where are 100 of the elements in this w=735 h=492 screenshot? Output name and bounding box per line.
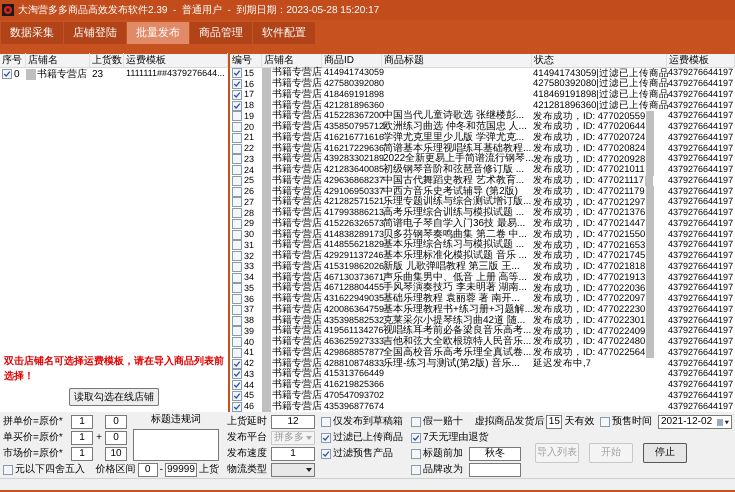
checkbox[interactable] <box>232 326 242 336</box>
checkbox[interactable] <box>232 132 242 143</box>
row-number: 43 <box>244 370 254 379</box>
input-field[interactable]: 1 <box>71 447 93 461</box>
table-cell: 书籍专营店 <box>272 100 322 111</box>
checkbox[interactable] <box>232 402 242 412</box>
tab[interactable]: 数据采集 <box>1 22 63 44</box>
input-field[interactable]: 99999 <box>165 463 197 477</box>
table-cell: 4379276644197 <box>668 142 734 153</box>
checkbox[interactable] <box>232 197 242 208</box>
table-cell: 手风琴演奏技巧 李未明著 湖南... <box>383 282 527 294</box>
table-cell: 419561134276 <box>324 325 384 336</box>
checkbox[interactable] <box>600 417 610 427</box>
row-number: 34 <box>244 273 254 282</box>
checkbox[interactable] <box>232 240 242 250</box>
table-cell: 书籍专营店 <box>272 402 322 412</box>
input-field[interactable]: 1 <box>71 415 93 429</box>
table-cell: 429636868237 <box>324 174 384 185</box>
checkbox[interactable] <box>232 154 242 164</box>
row-number: 31 <box>244 240 254 250</box>
table-cell: 4379276644197 <box>668 314 734 325</box>
input-field[interactable]: 0 <box>105 415 127 429</box>
checkbox[interactable] <box>232 369 242 380</box>
date-picker[interactable]: 2021-12-02 <box>658 415 732 429</box>
table-cell: 4379276644197 <box>668 110 734 120</box>
table-cell: 4379276644197 <box>668 88 734 99</box>
read-stores-button[interactable]: 读取勾选在线店铺 <box>69 388 159 406</box>
table-cell: 发布成功，ID: 477021179 <box>533 186 645 196</box>
checkbox[interactable] <box>232 337 242 348</box>
table-cell: 中西方音乐史考试辅导 (第2版) <box>383 186 518 197</box>
checkbox[interactable] <box>232 316 242 326</box>
banned-words-field[interactable] <box>133 429 219 461</box>
table-cell: 视唱练耳考前必备梁良音乐高考... <box>383 325 532 336</box>
checkbox[interactable] <box>232 122 242 132</box>
caret-icon <box>306 436 312 440</box>
table-cell: 书籍专营店 <box>272 90 322 100</box>
table-cell: 新版 儿歌弹唱教程 第三版 王... <box>383 260 520 272</box>
input-field[interactable]: 秋冬 <box>469 447 521 461</box>
checkbox[interactable] <box>232 186 242 197</box>
checkbox[interactable] <box>232 348 242 358</box>
tab[interactable]: 商品管理 <box>190 22 252 44</box>
checkbox[interactable] <box>321 417 331 427</box>
checkbox[interactable] <box>232 68 242 78</box>
checkbox[interactable] <box>321 433 331 443</box>
checkbox[interactable] <box>232 262 242 272</box>
input-field[interactable]: 1 <box>271 447 315 461</box>
checkbox[interactable] <box>232 272 242 283</box>
table-cell: 书籍专营店 <box>272 326 322 336</box>
table-cell: 发布成功，ID: 477021447 <box>533 219 646 229</box>
tab[interactable]: 店铺登陆 <box>64 22 126 44</box>
input-field[interactable]: 10 <box>105 447 127 461</box>
checkbox[interactable] <box>232 176 242 186</box>
row-number: 27 <box>244 198 254 207</box>
checkbox[interactable] <box>232 144 242 154</box>
checkbox[interactable] <box>321 449 331 459</box>
field-label: 发布平台 <box>227 433 267 443</box>
checkbox[interactable] <box>411 449 421 459</box>
action-button[interactable]: 停止 <box>643 443 687 463</box>
checkbox[interactable] <box>232 390 242 401</box>
checkbox[interactable] <box>232 294 242 304</box>
input-field[interactable]: 15 <box>546 415 562 429</box>
input-field[interactable]: 0 <box>105 431 127 445</box>
table-cell: 4379276644197 <box>668 218 734 228</box>
checkbox[interactable] <box>411 417 421 427</box>
column-header: 商品ID <box>322 54 382 68</box>
checkbox[interactable] <box>232 283 242 294</box>
checkbox[interactable] <box>411 433 421 443</box>
checkbox[interactable] <box>232 358 242 369</box>
checkbox[interactable] <box>232 304 242 315</box>
input-field[interactable]: 12 <box>271 415 315 429</box>
tab[interactable]: 软件配置 <box>253 22 315 44</box>
checkbox-label: 标题前加 <box>423 449 464 459</box>
checkbox[interactable] <box>232 218 242 229</box>
input-field[interactable] <box>469 463 521 477</box>
row-number: 46 <box>244 402 254 412</box>
checkbox[interactable] <box>232 79 242 90</box>
table-cell: 初级钢琴音阶和弦琶音修订版 ... <box>383 164 524 176</box>
checkbox[interactable] <box>2 69 12 79</box>
row-number: 29 <box>244 219 254 228</box>
table-cell: 声乐曲集男中、低音 上册 高等... <box>383 272 527 283</box>
checkbox[interactable] <box>232 230 242 240</box>
table-cell: 乐理-练习与测试(第2版) 音乐... <box>383 358 520 369</box>
table-cell: 发布成功，ID: 477020928 <box>533 154 646 164</box>
checkbox[interactable] <box>232 251 242 262</box>
checkbox[interactable] <box>232 380 242 390</box>
checkbox[interactable] <box>232 165 242 176</box>
row-number: 26 <box>244 187 254 196</box>
field-label: 价格区间 <box>96 465 136 475</box>
checkbox[interactable] <box>232 90 242 100</box>
dropdown[interactable] <box>271 463 315 477</box>
checkbox[interactable] <box>232 111 242 122</box>
checkbox[interactable] <box>411 465 421 475</box>
table-cell: 4379276644197 <box>668 304 734 314</box>
checkbox[interactable] <box>232 208 242 218</box>
input-field[interactable]: 1 <box>71 431 93 445</box>
checkbox[interactable] <box>3 465 13 475</box>
range-separator: - <box>160 465 163 475</box>
table-cell: 书籍专营店 <box>272 262 322 272</box>
checkbox[interactable] <box>232 100 242 111</box>
input-field[interactable]: 0 <box>138 463 158 477</box>
